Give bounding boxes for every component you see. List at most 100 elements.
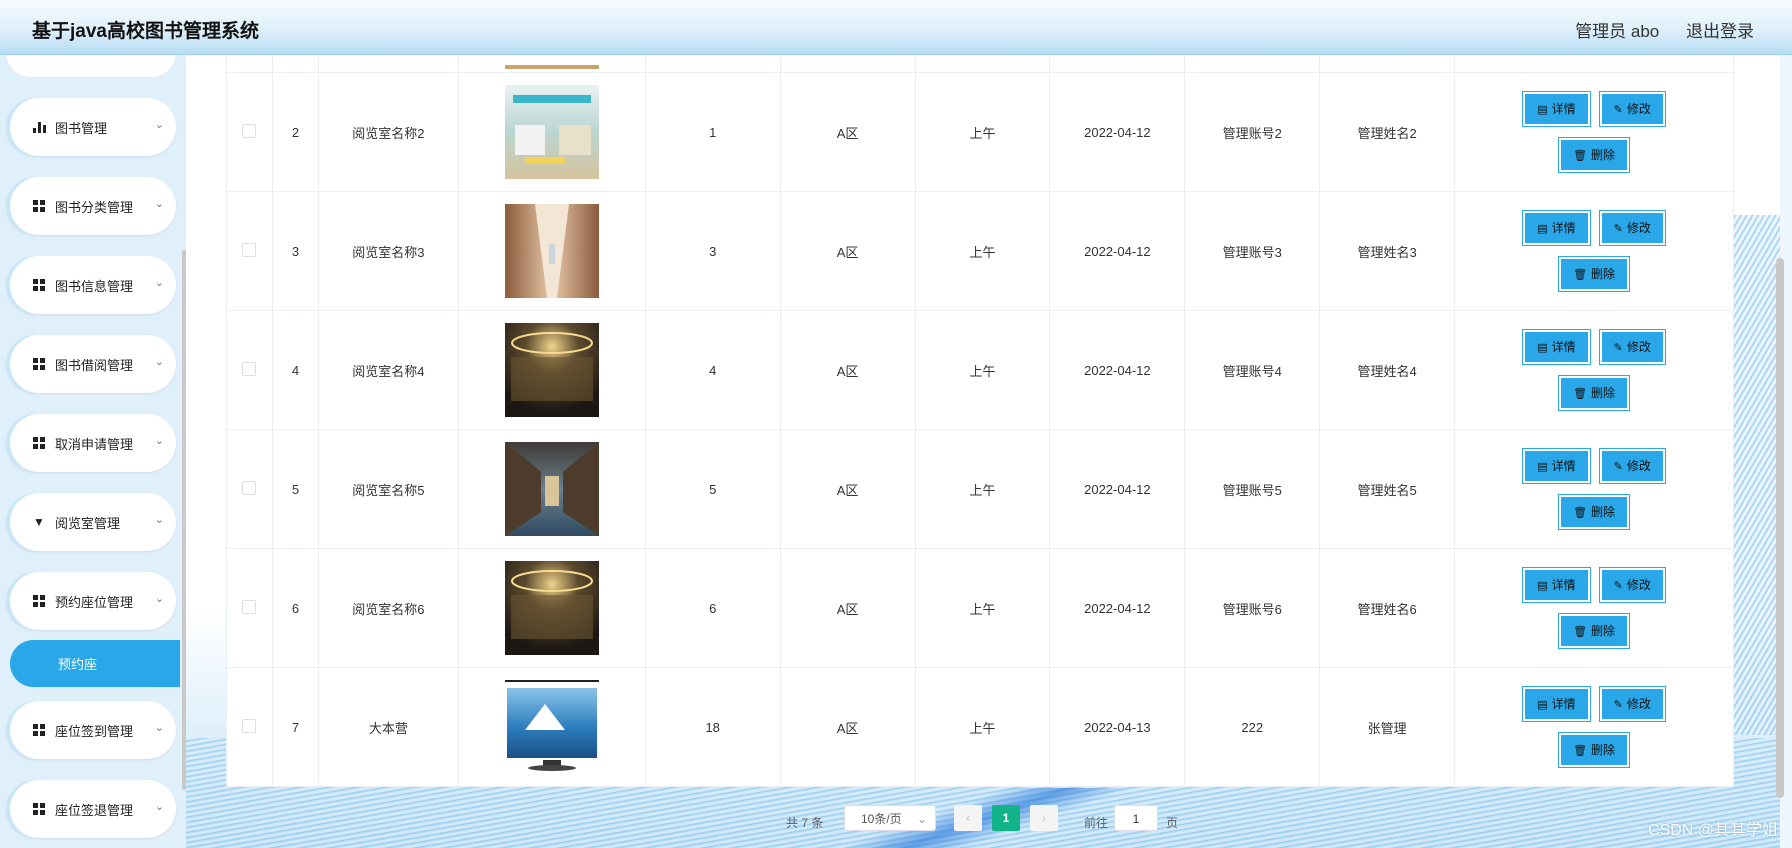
pin-icon: ▼ [33, 515, 45, 529]
edit-icon: ✎ [1613, 699, 1623, 711]
table-row: 3 阅览室名称3 3 A区 上午 2022-04-12 管理账号3 管理姓名3 ▤ 详情 ✎ 修改 🗑 删… [226, 191, 1734, 311]
row-index: 6 [271, 548, 319, 668]
seat-number: 1 [644, 72, 781, 192]
goto-label: 前往 [1084, 816, 1109, 830]
detail-button[interactable]: ▤ 详情 [1522, 448, 1591, 484]
chevron-down-icon: ⌄ [154, 801, 164, 813]
row-checkbox[interactable] [242, 361, 257, 376]
row-checkbox[interactable] [242, 123, 257, 138]
edit-button[interactable]: ✎ 修改 [1598, 686, 1666, 722]
row-select-cell [226, 72, 273, 192]
app-title: 基于java高校图书管理系统 [32, 21, 259, 42]
sidebar-item-seat-reservation[interactable]: 预约座位管理 ⌄ [6, 572, 176, 630]
detail-button[interactable]: ▤ 详情 [1522, 329, 1591, 365]
detail-button[interactable]: ▤ 详情 [1522, 686, 1591, 722]
edit-icon: ✎ [1613, 461, 1623, 473]
logout-link[interactable]: 退出登录 [1686, 22, 1754, 41]
sidebar-item-book-category[interactable]: 图书分类管理 ⌄ [6, 177, 176, 235]
room-image-cell [457, 548, 646, 668]
time-period: 上午 [914, 548, 1051, 668]
edit-button[interactable]: ✎ 修改 [1598, 329, 1666, 365]
sidebar-item-partial[interactable] [6, 55, 176, 77]
sidebar-item-book-borrow[interactable]: 图书借阅管理 ⌄ [6, 335, 176, 393]
sidebar-item-reading-room[interactable]: ▼ 阅览室管理 ⌄ [6, 493, 176, 551]
area: A区 [779, 667, 916, 787]
prev-page-button[interactable]: ‹ [954, 805, 982, 831]
manager-name: 管理姓名4 [1319, 310, 1456, 430]
row-checkbox[interactable] [242, 599, 257, 614]
table-row: 6 阅览室名称6 6 A区 上午 2022-04-12 管理账号6 管理姓名6 ▤ 详情 ✎ 修改 🗑 删… [226, 548, 1734, 668]
manager-account: 管理账号2 [1184, 72, 1321, 192]
edit-icon: ✎ [1613, 104, 1623, 116]
grid-icon [32, 436, 46, 450]
delete-button[interactable]: 🗑 删除 [1558, 494, 1631, 530]
sidebar-item-label: 图书信息管理 [55, 278, 134, 294]
grid-icon [32, 278, 46, 292]
edit-button[interactable]: ✎ 修改 [1598, 448, 1666, 484]
page-suffix: 页 [1166, 816, 1179, 830]
sidebar-item-label: 图书分类管理 [55, 199, 134, 215]
page-scrollbar[interactable] [1776, 258, 1784, 798]
row-checkbox[interactable] [242, 242, 257, 257]
reading-room-name: 阅览室名称4 [317, 310, 459, 430]
sidebar-item-book-management[interactable]: 图书管理 ⌄ [6, 98, 176, 156]
edit-button[interactable]: ✎ 修改 [1598, 567, 1666, 603]
sidebar-item-label: 取消申请管理 [55, 436, 134, 452]
sidebar-item-label: 图书借阅管理 [55, 357, 134, 373]
manager-account: 管理账号3 [1184, 191, 1321, 311]
goto-page-input[interactable]: 1 [1114, 805, 1158, 831]
page-number-button[interactable]: 1 [992, 805, 1020, 831]
page-size-select[interactable]: 10条/页 ⌄ [844, 805, 936, 831]
manager-account: 管理账号6 [1184, 548, 1321, 668]
detail-button[interactable]: ▤ 详情 [1522, 210, 1591, 246]
trash-icon: 🗑 [1573, 388, 1588, 400]
actions-cell: ▤ 详情 ✎ 修改 🗑 删除 [1454, 72, 1734, 192]
sidebar-subitem-label: 预约座 [58, 657, 98, 672]
row-checkbox[interactable] [242, 480, 257, 495]
time-period: 上午 [914, 310, 1051, 430]
row-index: 7 [271, 667, 319, 787]
room-image [504, 85, 599, 179]
room-image [504, 442, 599, 536]
sidebar-item-cancel-request[interactable]: 取消申请管理 ⌄ [6, 414, 176, 472]
top-right: 管理员 abo 退出登录 [1553, 17, 1754, 42]
time-period: 上午 [914, 191, 1051, 311]
row-checkbox[interactable] [242, 718, 257, 733]
sidebar-item-seat-checkout[interactable]: 座位签退管理 ⌄ [6, 780, 176, 838]
room-image [504, 204, 599, 298]
delete-button[interactable]: 🗑 删除 [1558, 732, 1631, 768]
detail-button[interactable]: ▤ 详情 [1522, 567, 1591, 603]
detail-button[interactable]: ▤ 详情 [1522, 91, 1591, 127]
watermark: CSDN @其其学姐 [1647, 822, 1778, 839]
delete-button[interactable]: 🗑 删除 [1558, 256, 1631, 292]
row-index: 2 [271, 72, 319, 192]
trash-icon: 🗑 [1573, 745, 1588, 757]
table-row [226, 55, 1734, 73]
manager-account: 管理账号4 [1184, 310, 1321, 430]
current-user: 管理员 abo [1575, 22, 1660, 41]
room-image [504, 680, 599, 771]
area: A区 [779, 72, 916, 192]
button-label: 详情 [1551, 459, 1576, 473]
button-label: 修改 [1626, 459, 1651, 473]
sidebar-subitem-active[interactable]: 预约座 [10, 640, 180, 687]
reading-room-name: 阅览室名称5 [317, 429, 459, 549]
room-image-cell [457, 310, 646, 430]
area: A区 [779, 191, 916, 311]
manager-name: 管理姓名2 [1319, 72, 1456, 192]
row-index: 5 [271, 429, 319, 549]
document-icon: ▤ [1537, 461, 1548, 473]
delete-button[interactable]: 🗑 删除 [1558, 137, 1631, 173]
delete-button[interactable]: 🗑 删除 [1558, 375, 1631, 411]
next-page-button[interactable]: › [1030, 805, 1058, 831]
sidebar-item-label: 座位签退管理 [55, 802, 134, 818]
button-label: 删除 [1591, 386, 1616, 400]
sidebar-item-seat-checkin[interactable]: 座位签到管理 ⌄ [6, 701, 176, 759]
sidebar-item-book-info[interactable]: 图书信息管理 ⌄ [6, 256, 176, 314]
edit-button[interactable]: ✎ 修改 [1598, 91, 1666, 127]
table-row: 2 阅览室名称2 1 A区 上午 2022-04-12 管理账号2 管理姓名2 ▤ 详情 ✎ 修改 🗑 删… [226, 72, 1734, 192]
reservation-date: 2022-04-12 [1049, 72, 1186, 192]
edit-icon: ✎ [1613, 223, 1623, 235]
delete-button[interactable]: 🗑 删除 [1558, 613, 1631, 649]
edit-button[interactable]: ✎ 修改 [1598, 210, 1666, 246]
